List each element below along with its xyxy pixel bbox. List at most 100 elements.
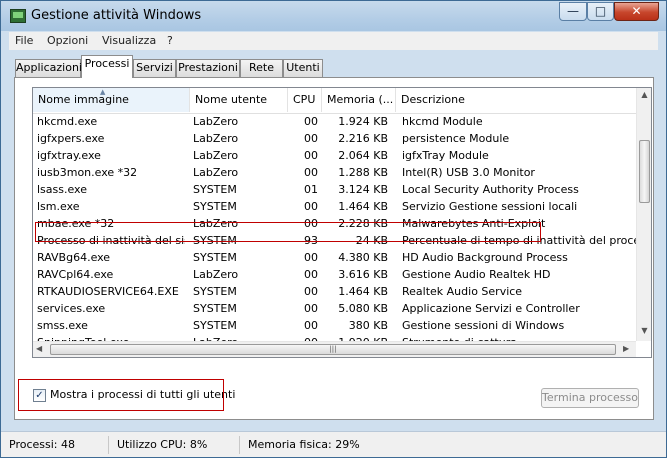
cell-user: LabZero [193,268,239,281]
table-row[interactable]: igfxtray.exe LabZero 00 2.064 KB igfxTray Mo… [33,147,636,164]
cell-user: SYSTEM [193,234,237,247]
menu-file[interactable]: File [15,34,33,47]
cell-name: Processo di inattività del sist... [37,234,185,247]
cell-description: Realtek Audio Service [402,285,523,298]
list-header: ▲ Nome immagine Nome utente CPU Memoria … [33,88,636,114]
cell-user: LabZero [193,217,239,230]
table-row[interactable]: iusb3mon.exe *32 LabZero 00 1.288 KB Intel(R… [33,164,636,181]
tab-performance[interactable]: Prestazioni [176,59,240,77]
table-row[interactable]: RAVBg64.exe SYSTEM 00 4.380 KB HD Audio Back… [33,249,636,266]
cell-user: SYSTEM [193,183,237,196]
cell-name: lsm.exe [37,200,80,213]
cell-name: services.exe [37,302,106,315]
table-row[interactable]: lsm.exe SYSTEM 00 1.464 KB Servizio Gestione… [33,198,636,215]
tab-services[interactable]: Servizi [133,59,176,77]
process-rows: hkcmd.exe LabZero 00 1.924 KB hkcmd Module i… [33,113,636,351]
cell-name: RAVBg64.exe [37,251,111,264]
cell-name: igfxpers.exe [37,132,105,145]
cell-memory: 2.228 KB [338,217,388,230]
cell-cpu: 00 [304,200,318,213]
cell-memory: 24 KB [355,234,388,247]
tab-applications[interactable]: Applicazioni [15,59,82,77]
table-row[interactable]: RAVCpl64.exe LabZero 00 3.616 KB Gestione Au… [33,266,636,283]
cell-user: SYSTEM [193,302,237,315]
sort-ascending-icon: ▲ [100,88,106,96]
table-row[interactable]: lsass.exe SYSTEM 01 3.124 KB Local Security … [33,181,636,198]
vertical-scrollbar[interactable]: ▲ ▼ [636,88,651,341]
horizontal-scrollbar[interactable]: ◀ ||| ▶ [33,341,636,357]
cell-name: RAVCpl64.exe [37,268,114,281]
cell-cpu: 93 [304,234,318,247]
cell-user: SYSTEM [193,251,237,264]
cell-memory: 1.464 KB [338,200,388,213]
status-processes: Processi: 48 [5,436,109,454]
cell-cpu: 00 [304,217,318,230]
table-row[interactable]: services.exe SYSTEM 00 5.080 KB Applicazione… [33,300,636,317]
task-manager-icon [10,9,26,23]
cell-user: LabZero [193,149,239,162]
vertical-scroll-thumb[interactable] [639,140,650,203]
tab-network[interactable]: Rete [240,59,283,77]
cell-name: RTKAUDIOSERVICE64.EXE [37,285,179,298]
scroll-up-icon[interactable]: ▲ [637,90,651,99]
cell-name: smss.exe [37,319,88,332]
table-row[interactable]: RTKAUDIOSERVICE64.EXE SYSTEM 00 1.464 KB Rea… [33,283,636,300]
column-user-name[interactable]: Nome utente [190,88,288,112]
cell-memory: 3.616 KB [338,268,388,281]
cell-name: igfxtray.exe [37,149,101,162]
task-manager-window: Gestione attività Windows — □ ✕ File Opz… [0,0,667,458]
cell-memory: 2.064 KB [338,149,388,162]
cell-memory: 1.288 KB [338,166,388,179]
minimize-button[interactable]: — [559,2,587,21]
column-image-name[interactable]: ▲ Nome immagine [33,88,190,112]
cell-cpu: 00 [304,319,318,332]
cell-description: Percentuale di tempo di inattività del p… [402,234,636,247]
cell-cpu: 00 [304,115,318,128]
end-process-button[interactable]: Termina processo [541,388,639,408]
cell-cpu: 00 [304,132,318,145]
column-memory[interactable]: Memoria (... [322,88,396,112]
column-description[interactable]: Descrizione [396,88,636,112]
menu-help[interactable]: ? [167,34,173,47]
table-row[interactable]: Processo di inattività del sist... SYSTEM… [33,232,636,249]
table-row[interactable]: igfxpers.exe LabZero 00 2.216 KB persistence… [33,130,636,147]
cell-cpu: 01 [304,183,318,196]
scroll-left-icon[interactable]: ◀ [36,344,42,353]
maximize-button[interactable]: □ [587,2,614,21]
cell-description: Applicazione Servizi e Controller [402,302,580,315]
show-all-users-checkbox[interactable]: ✓ [33,389,46,402]
close-button[interactable]: ✕ [614,2,659,21]
menu-options[interactable]: Opzioni [47,34,88,47]
cell-cpu: 00 [304,302,318,315]
status-cpu: Utilizzo CPU: 8% [113,436,240,454]
cell-user: SYSTEM [193,319,237,332]
scroll-right-icon[interactable]: ▶ [623,344,629,353]
table-row-mbae[interactable]: mbae.exe *32 LabZero 00 2.228 KB Malwarebyte… [33,215,636,232]
cell-user: LabZero [193,132,239,145]
cell-memory: 1.924 KB [338,115,388,128]
column-cpu[interactable]: CPU [288,88,322,112]
cell-description: hkcmd Module [402,115,483,128]
table-row[interactable]: smss.exe SYSTEM 00 380 KB Gestione sessioni … [33,317,636,334]
cell-memory: 2.216 KB [338,132,388,145]
status-memory: Memoria fisica: 29% [248,438,360,451]
cell-description: Servizio Gestione sessioni locali [402,200,578,213]
cell-description: persistence Module [402,132,510,145]
cell-memory: 1.464 KB [338,285,388,298]
menu-view[interactable]: Visualizza [102,34,156,47]
cell-user: LabZero [193,115,239,128]
cell-description: Gestione sessioni di Windows [402,319,565,332]
cell-cpu: 00 [304,149,318,162]
cell-cpu: 00 [304,268,318,281]
cell-name: iusb3mon.exe *32 [37,166,138,179]
table-row[interactable]: hkcmd.exe LabZero 00 1.924 KB hkcmd Module [33,113,636,130]
horizontal-scroll-thumb[interactable]: ||| [50,344,616,355]
cell-memory: 380 KB [348,319,388,332]
show-all-users-label[interactable]: Mostra i processi di tutti gli utenti [50,387,235,403]
cell-description: Malwarebytes Anti-Exploit [402,217,546,230]
scroll-down-icon[interactable]: ▼ [637,326,651,335]
title-bar[interactable]: Gestione attività Windows — □ ✕ [1,1,666,31]
tab-processes[interactable]: Processi [81,55,133,78]
tab-users[interactable]: Utenti [283,59,323,77]
cell-cpu: 00 [304,251,318,264]
